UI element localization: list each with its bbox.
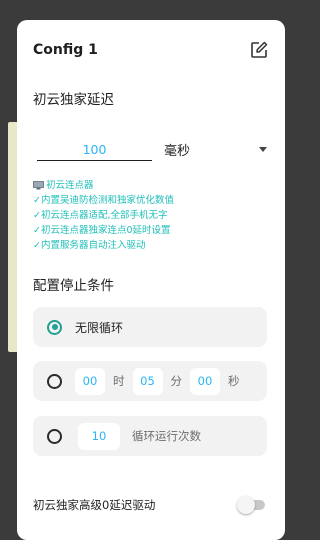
feature-line: 初云连点器	[33, 178, 273, 193]
feature-text: ✓内置服务器自动注入驱动	[33, 240, 146, 251]
feature-text: ✓内置吴迪防检测和独家优化数值	[33, 195, 174, 206]
dialog-title: Config 1	[33, 42, 98, 58]
timer-seconds-unit: 秒	[228, 374, 240, 388]
driver-label: 初云独家高级0延迟驱动	[33, 498, 156, 512]
computer-icon	[33, 181, 44, 190]
radio-timer[interactable]	[47, 373, 62, 389]
config-dialog: Config 1 初云独家延迟 毫秒 初云连点器 ✓内置吴迪防检测和独家优化数值…	[17, 20, 285, 540]
feature-text: 初云连点器	[46, 180, 94, 191]
loop-count-input[interactable]: 10	[78, 422, 120, 450]
dialog-header: Config 1	[33, 39, 269, 61]
timer-seconds-input[interactable]: 00	[190, 367, 220, 395]
delay-unit-select[interactable]: 毫秒	[164, 138, 267, 160]
delay-input[interactable]	[37, 138, 152, 161]
timer-hours-unit: 时	[113, 374, 125, 388]
feature-list: 初云连点器 ✓内置吴迪防检测和独家优化数值 ✓初云连点器适配,全部手机无字 ✓初…	[33, 178, 273, 253]
driver-row: 初云独家高级0延迟驱动	[33, 495, 267, 515]
radio-loop-count[interactable]	[47, 428, 62, 444]
feature-text: ✓初云连点器适配,全部手机无字	[33, 210, 168, 221]
option-timer[interactable]: 00 时 05 分 00 秒	[33, 361, 267, 401]
timer-hours-input[interactable]: 00	[75, 367, 105, 395]
feature-line: ✓初云连点器独家连点0延时设置	[33, 223, 273, 238]
feature-line: ✓内置服务器自动注入驱动	[33, 238, 273, 253]
stop-conditions-title: 配置停止条件	[33, 278, 114, 294]
edit-icon[interactable]	[249, 40, 269, 60]
delay-unit-label: 毫秒	[164, 143, 191, 159]
timer-minutes-unit: 分	[170, 374, 183, 388]
toggle-thumb	[237, 496, 255, 514]
loop-count-label: 循环运行次数	[132, 429, 201, 443]
option-infinite-loop[interactable]: 无限循环	[33, 307, 267, 347]
timer-minutes-input[interactable]: 05	[132, 367, 163, 395]
feature-line: ✓内置吴迪防检测和独家优化数值	[33, 193, 273, 208]
delay-section-title: 初云独家延迟	[33, 92, 114, 108]
driver-toggle[interactable]	[237, 496, 267, 514]
feature-text: ✓初云连点器独家连点0延时设置	[33, 225, 171, 236]
infinite-loop-label: 无限循环	[75, 320, 124, 335]
radio-infinite[interactable]	[47, 319, 62, 335]
dropdown-arrow-icon	[259, 146, 267, 152]
feature-line: ✓初云连点器适配,全部手机无字	[33, 208, 273, 223]
delay-row: 毫秒	[37, 138, 267, 162]
option-loop-count[interactable]: 10 循环运行次数	[33, 416, 267, 456]
